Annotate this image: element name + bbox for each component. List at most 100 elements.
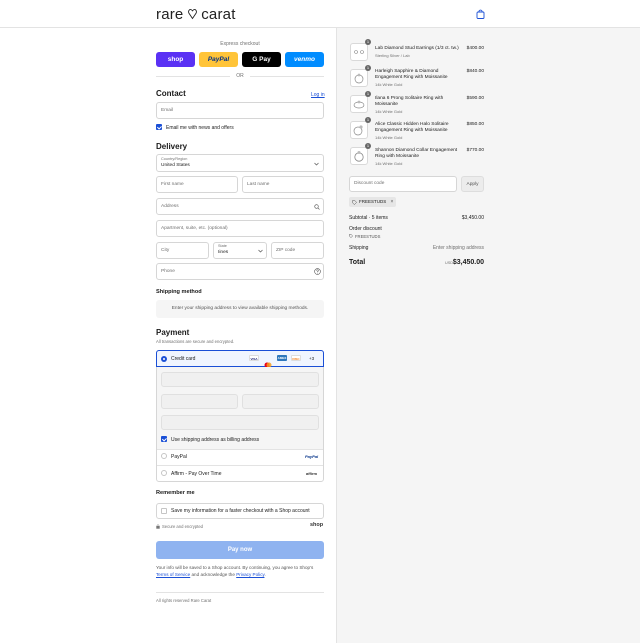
paypal-radio[interactable]: [161, 453, 167, 459]
product-thumbnail: [350, 121, 368, 139]
affirm-option-label[interactable]: Affirm - Pay Over Time: [171, 471, 221, 477]
terms-link[interactable]: Terms of Service: [156, 572, 190, 577]
first-name-field[interactable]: First name: [156, 176, 238, 193]
order-discount-label: Order discount: [349, 226, 382, 232]
discount-tag: FREESTUDS ×: [349, 197, 397, 207]
save-info-label: Save my information for a faster checkou…: [171, 508, 310, 514]
pay-now-button[interactable]: Pay now: [156, 541, 324, 559]
product-thumbnail: [350, 95, 368, 113]
state-value: Iines: [218, 250, 229, 255]
item-variant: Sterling Silver / Lab: [375, 53, 410, 58]
item-price: $590.00: [466, 96, 484, 101]
news-checkbox[interactable]: [156, 124, 162, 130]
paypal-button[interactable]: PayPal: [199, 52, 238, 67]
country-select[interactable]: Country/Region United States: [156, 154, 324, 172]
expiry-field[interactable]: [161, 394, 238, 409]
item-name: Harleigh Sapphire & Diamond Engagement R…: [375, 69, 448, 80]
item-price: $400.00: [466, 46, 484, 51]
legal-text-part1: Your info will be saved to a Shop accoun…: [156, 565, 314, 570]
divider: [157, 449, 323, 450]
item-variant: 14k White Gold: [375, 82, 403, 87]
chevron-down-icon: [258, 249, 263, 253]
apartment-field[interactable]: Apartment, suite, etc. (optional): [156, 220, 324, 237]
product-thumbnail: [350, 69, 368, 87]
express-checkout-title: Express checkout: [220, 41, 260, 47]
secure-text: Secure and encrypted: [162, 524, 203, 529]
address-placeholder: Address: [161, 204, 179, 209]
mastercard-icon: [263, 355, 273, 368]
paypal-option-label[interactable]: PayPal: [171, 454, 187, 460]
credit-card-label: Credit card: [171, 356, 196, 362]
venmo-button[interactable]: venmo: [285, 52, 324, 67]
remember-me-heading: Remember me: [156, 490, 195, 496]
shipping-method-heading: Shipping method: [156, 289, 202, 295]
logo-text-left: rare: [156, 6, 184, 23]
item-quantity-badge: 1: [365, 39, 371, 45]
contact-heading: Contact: [156, 89, 186, 98]
country-value: United States: [161, 163, 190, 168]
discount-code-field[interactable]: Discount code: [349, 176, 457, 192]
apply-button[interactable]: Apply: [461, 176, 484, 192]
zip-field[interactable]: ZIP code: [271, 242, 324, 259]
security-code-field[interactable]: [242, 394, 319, 409]
item-name: Shannon Diamond Collar Engagement Ring w…: [375, 148, 458, 159]
or-divider-text: OR: [236, 73, 244, 79]
item-variant: 14k White Gold: [375, 135, 403, 140]
shipping-value: Enter shipping address: [432, 245, 484, 251]
item-price: $840.00: [466, 69, 484, 74]
affirm-logo-icon: affirm: [306, 471, 318, 476]
shipping-label: Shipping: [349, 245, 369, 251]
order-discount-code: FREESTUDS: [355, 234, 381, 239]
card-number-field[interactable]: [161, 372, 319, 387]
legal-text: Your info will be saved to a Shop accoun…: [156, 565, 324, 578]
item-variant: 14k White Gold: [375, 161, 403, 166]
visa-icon: VISA: [249, 355, 259, 361]
divider: [250, 76, 324, 77]
amex-icon: AMEX: [277, 355, 287, 361]
google-pay-button[interactable]: G Pay: [242, 52, 281, 67]
last-name-field[interactable]: Last name: [242, 176, 324, 193]
email-field[interactable]: Email: [156, 102, 324, 119]
name-on-card-field[interactable]: [161, 415, 319, 430]
product-thumbnail: [350, 43, 368, 61]
shopping-bag-icon[interactable]: [476, 9, 485, 19]
login-link[interactable]: Log in: [311, 92, 325, 98]
privacy-link[interactable]: Privacy Policy: [236, 572, 264, 577]
site-header: rare carat: [0, 0, 640, 28]
payment-heading: Payment: [156, 328, 190, 337]
divider: [156, 76, 230, 77]
save-info-checkbox[interactable]: [161, 508, 167, 514]
footer-copyright: All rights reserved Rare Carat: [156, 598, 212, 603]
city-placeholder: City: [161, 248, 170, 253]
first-name-placeholder: First name: [161, 182, 184, 187]
item-quantity-badge: 1: [365, 117, 371, 123]
order-summary: [336, 28, 640, 643]
affirm-radio[interactable]: [161, 470, 167, 476]
last-name-placeholder: Last name: [247, 182, 270, 187]
help-icon[interactable]: [314, 268, 321, 275]
zip-placeholder: ZIP code: [276, 248, 296, 253]
total-label: Total: [349, 259, 366, 266]
remove-discount-icon[interactable]: ×: [391, 199, 394, 205]
item-name: Alice Classic Hidden Halo Solitaire Enga…: [375, 122, 449, 133]
address-field[interactable]: Address: [156, 198, 324, 215]
discover-icon: DISC: [291, 355, 301, 361]
billing-checkbox[interactable]: [161, 436, 167, 442]
total-value: $3,450.00: [452, 259, 484, 266]
apartment-placeholder: Apartment, suite, etc. (optional): [161, 226, 228, 231]
phone-field[interactable]: Phone: [156, 263, 324, 280]
item-name: Lab Diamond Stud Earrings (1/3 ct. tw.): [375, 46, 459, 51]
city-field[interactable]: City: [156, 242, 209, 259]
shop-pay-button[interactable]: shop: [156, 52, 195, 67]
credit-card-radio[interactable]: [161, 356, 167, 362]
email-placeholder: Email: [161, 108, 173, 113]
state-select[interactable]: State Iines: [213, 242, 267, 259]
logo-text-right: carat: [201, 6, 236, 23]
discount-tag-code: FREESTUDS: [359, 199, 387, 204]
item-quantity-badge: 1: [365, 91, 371, 97]
product-thumbnail: [350, 147, 368, 165]
item-quantity-badge: 1: [365, 143, 371, 149]
search-icon: [314, 204, 320, 210]
logo[interactable]: rare carat: [156, 6, 236, 23]
paypal-logo-icon: PayPal: [305, 454, 319, 459]
